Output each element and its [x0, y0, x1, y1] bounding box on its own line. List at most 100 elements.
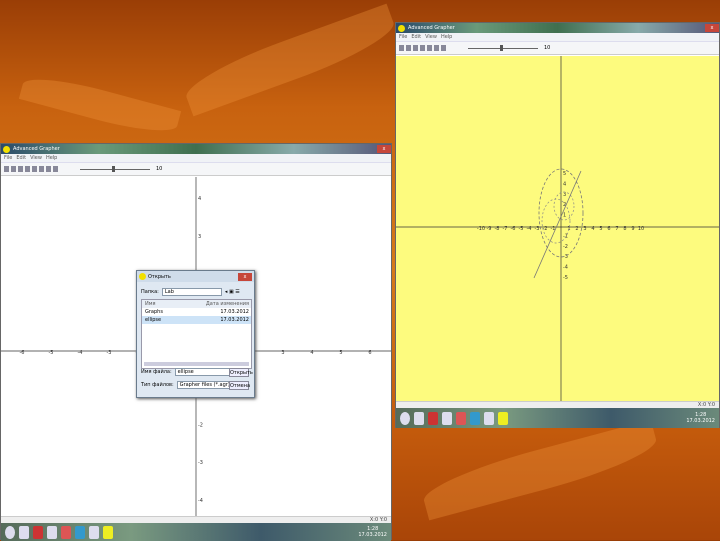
file-list[interactable]: Имя Дата изменения Graphs 17.03.2012 ellip… — [141, 299, 252, 369]
background-leaf — [179, 3, 401, 117]
slider-value: 10 — [544, 45, 551, 51]
x-tick-label: 5 — [339, 350, 342, 356]
clock[interactable]: 1:28 17.03.2012 — [358, 526, 391, 538]
toolbar-button[interactable] — [46, 166, 51, 172]
taskbar-app[interactable] — [414, 411, 424, 425]
clock[interactable]: 1:28 17.03.2012 — [686, 412, 719, 424]
x-tick-label: -3 — [535, 226, 540, 232]
open-button[interactable]: Открыть — [229, 368, 253, 377]
cancel-button[interactable]: Отмена — [229, 381, 250, 390]
x-tick-label: 3 — [281, 350, 284, 356]
title-bar: Advanced Grapher x — [396, 23, 719, 33]
toolbar-button[interactable] — [53, 166, 58, 172]
file-item[interactable]: Graphs 17.03.2012 — [142, 308, 251, 316]
toolbar-button[interactable] — [427, 45, 432, 51]
toolbar-button[interactable] — [39, 166, 44, 172]
toolbar-button[interactable] — [25, 166, 30, 172]
y-tick-label: 4 — [198, 196, 201, 202]
toolbar-button[interactable] — [4, 166, 9, 172]
folder-select[interactable]: Lab — [161, 288, 222, 296]
slider-knob[interactable] — [112, 165, 115, 172]
file-date: 17.03.2012 — [220, 317, 249, 323]
taskbar-app[interactable] — [19, 525, 29, 539]
app-icon — [139, 273, 146, 280]
column-date[interactable]: Дата изменения — [206, 300, 249, 308]
taskbar: 1:28 17.03.2012 — [396, 408, 719, 428]
slider-value: 10 — [156, 166, 163, 172]
taskbar-app[interactable] — [456, 411, 466, 425]
menu-view[interactable]: View — [425, 34, 437, 40]
filetype-select[interactable]: Grapher files (*.agr) — [176, 381, 237, 389]
toolbar-button[interactable] — [441, 45, 446, 51]
x-tick-label: -4 — [527, 226, 532, 232]
y-tick-label: -3 — [198, 460, 203, 466]
menu-view[interactable]: View — [30, 155, 42, 161]
toolbar-button[interactable] — [406, 45, 411, 51]
y-tick-label: 3 — [563, 192, 566, 198]
close-button[interactable]: x — [705, 24, 719, 32]
toolbar: 10 — [396, 42, 719, 55]
column-name[interactable]: Имя — [145, 300, 156, 308]
close-button[interactable]: x — [377, 145, 391, 153]
x-tick-label: 7 — [615, 226, 618, 232]
x-tick-label: 5 — [599, 226, 602, 232]
x-tick-label: 4 — [591, 226, 594, 232]
taskbar-app[interactable] — [47, 525, 57, 539]
toolbar-button[interactable] — [399, 45, 404, 51]
graph-canvas[interactable]: -10 -9 -8 -7 -6 -5 -4 -3 -2 -1 1 2 3 4 5 6 7 8 9 1054321-1-… — [396, 56, 719, 401]
slider-knob[interactable] — [500, 44, 503, 51]
folder-label: Папка: — [141, 289, 159, 295]
filename-input[interactable]: ellipse — [174, 368, 230, 376]
open-file-dialog: Открыть x Папка: Lab ◂ ▣ ☰ Имя Дата изменен… — [136, 270, 255, 398]
toolbar-button[interactable] — [413, 45, 418, 51]
taskbar-app[interactable] — [498, 411, 508, 425]
toolbar-button[interactable] — [18, 166, 23, 172]
start-button[interactable] — [400, 411, 410, 425]
x-tick-label: -5 — [519, 226, 524, 232]
dialog-close-button[interactable]: x — [238, 272, 252, 281]
taskbar-app[interactable] — [103, 525, 113, 539]
background-leaf — [418, 419, 662, 521]
y-tick-label: 4 — [563, 181, 566, 187]
app-icon — [3, 145, 10, 153]
taskbar-app[interactable] — [428, 411, 438, 425]
taskbar-app[interactable] — [484, 411, 494, 425]
taskbar-app[interactable] — [61, 525, 71, 539]
y-tick-label: -2 — [563, 244, 568, 250]
taskbar: 1:28 17.03.2012 — [1, 523, 391, 541]
menu-bar: File Edit View Help — [1, 154, 391, 163]
file-item-selected[interactable]: ellipse 17.03.2012 — [142, 316, 251, 324]
menu-bar: File Edit View Help — [396, 33, 719, 42]
taskbar-app[interactable] — [442, 411, 452, 425]
x-tick-label: 6 — [368, 350, 371, 356]
y-tick-label: -5 — [563, 275, 568, 281]
toolbar: 10 — [1, 163, 391, 176]
taskbar-app[interactable] — [470, 411, 480, 425]
zoom-slider[interactable] — [80, 165, 150, 172]
menu-edit[interactable]: Edit — [16, 155, 26, 161]
clock-date: 17.03.2012 — [686, 418, 715, 424]
toolbar-button[interactable] — [420, 45, 425, 51]
filetype-label: Тип файлов: — [141, 382, 174, 388]
toolbar-button[interactable] — [32, 166, 37, 172]
toolbar-button[interactable] — [11, 166, 16, 172]
menu-file[interactable]: File — [4, 155, 12, 161]
toolbar-button[interactable] — [434, 45, 439, 51]
x-tick-label: -8 — [495, 226, 500, 232]
menu-help[interactable]: Help — [46, 155, 57, 161]
x-tick-label: -6 — [511, 226, 516, 232]
zoom-slider[interactable] — [468, 44, 538, 51]
taskbar-app[interactable] — [33, 525, 43, 539]
taskbar-app[interactable] — [75, 525, 85, 539]
y-tick-label: -4 — [563, 265, 568, 271]
app-icon — [398, 24, 405, 32]
x-tick-label: -6 — [20, 350, 25, 356]
horizontal-scrollbar[interactable] — [144, 362, 249, 366]
menu-help[interactable]: Help — [441, 34, 452, 40]
folder-nav-icons[interactable]: ◂ ▣ ☰ — [225, 289, 240, 295]
taskbar-app[interactable] — [89, 525, 99, 539]
menu-file[interactable]: File — [399, 34, 407, 40]
menu-edit[interactable]: Edit — [411, 34, 421, 40]
line-curve — [533, 170, 582, 279]
start-button[interactable] — [5, 525, 15, 539]
